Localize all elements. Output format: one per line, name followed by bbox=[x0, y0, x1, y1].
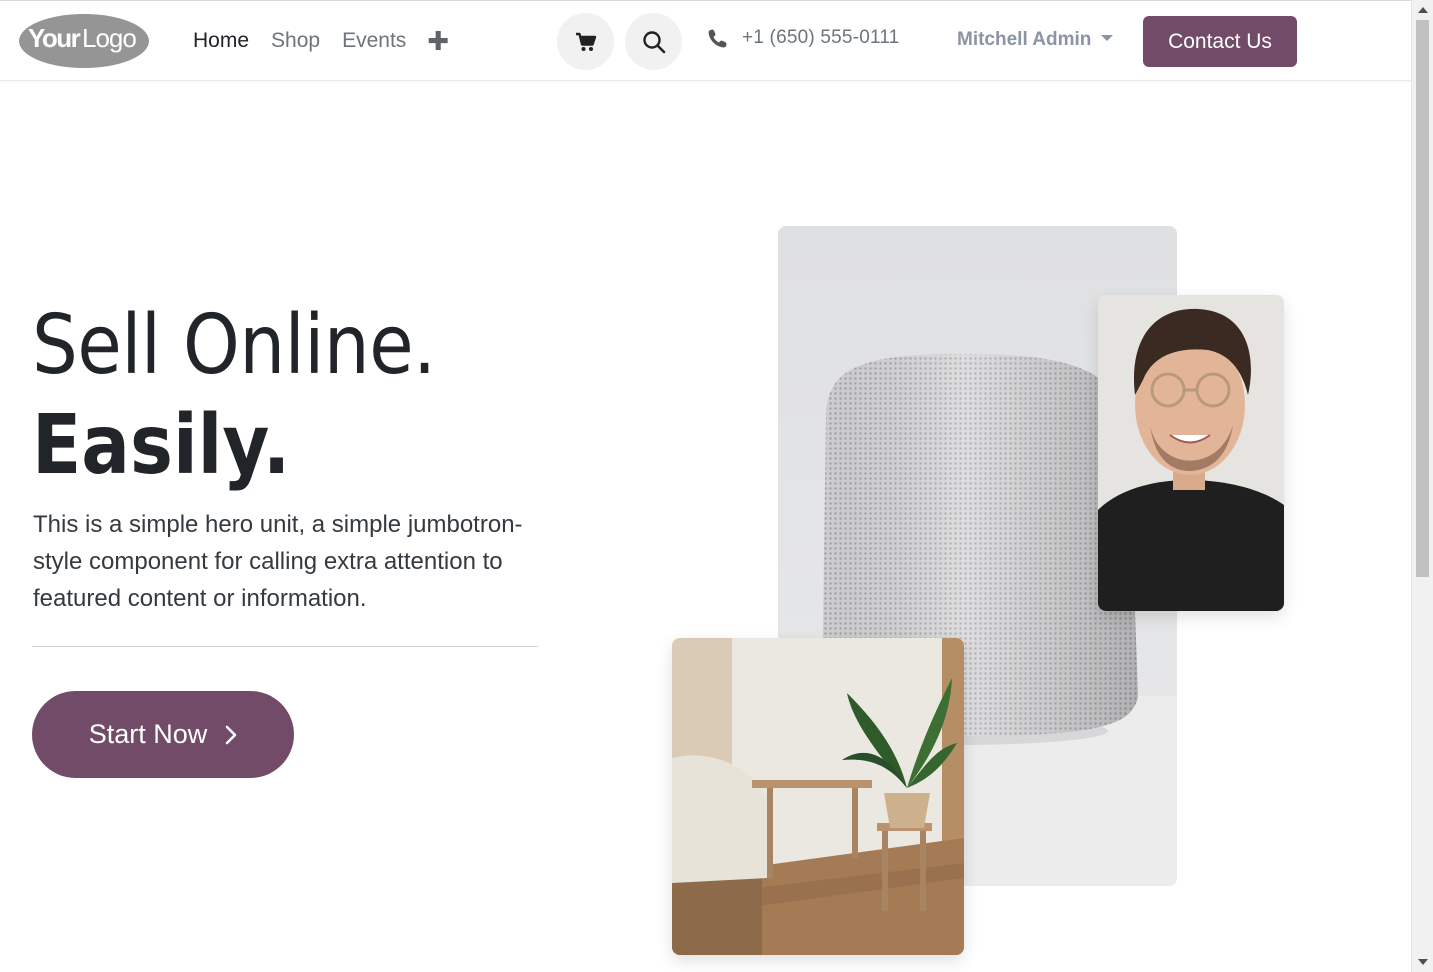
chevron-right-icon bbox=[225, 725, 237, 744]
nav-home[interactable]: Home bbox=[193, 29, 249, 53]
scroll-down-arrow-icon[interactable] bbox=[1418, 959, 1428, 965]
scroll-thumb[interactable] bbox=[1416, 20, 1429, 577]
phone-number: +1 (650) 555-0111 bbox=[742, 27, 900, 48]
divider bbox=[32, 646, 538, 647]
scrollbar[interactable] bbox=[1411, 0, 1433, 972]
top-navbar: Your Logo Home Shop Events ✚ +1 (650) 55… bbox=[0, 0, 1411, 81]
cart-icon bbox=[575, 32, 596, 51]
phone-icon bbox=[708, 29, 727, 48]
svg-text:Your: Your bbox=[28, 23, 81, 53]
svg-text:Logo: Logo bbox=[82, 23, 136, 53]
start-now-button[interactable]: Start Now bbox=[32, 691, 294, 778]
user-name: Mitchell Admin bbox=[957, 29, 1092, 50]
hero-description: This is a simple hero unit, a simple jum… bbox=[33, 511, 523, 612]
contact-us-button[interactable]: Contact Us bbox=[1143, 16, 1297, 67]
room-image bbox=[672, 638, 964, 955]
phone-link[interactable]: +1 (650) 555-0111 bbox=[708, 27, 899, 49]
hero-title-line1: Sell Online. bbox=[32, 298, 436, 393]
plus-icon[interactable]: ✚ bbox=[427, 28, 449, 54]
hero-title-line2: Easily. bbox=[32, 398, 291, 493]
logo[interactable]: Your Logo bbox=[18, 13, 150, 69]
scroll-up-arrow-icon[interactable] bbox=[1418, 7, 1428, 13]
caret-down-icon bbox=[1101, 35, 1114, 41]
cart-button[interactable] bbox=[557, 13, 614, 70]
search-icon bbox=[642, 30, 665, 53]
user-menu[interactable]: Mitchell Admin bbox=[957, 29, 1114, 51]
nav-shop[interactable]: Shop bbox=[271, 29, 320, 53]
search-button[interactable] bbox=[625, 13, 682, 70]
person-image bbox=[1098, 295, 1284, 611]
main-menu: Home Shop Events ✚ bbox=[193, 1, 449, 81]
nav-events[interactable]: Events bbox=[342, 29, 406, 53]
start-now-label: Start Now bbox=[88, 719, 208, 749]
